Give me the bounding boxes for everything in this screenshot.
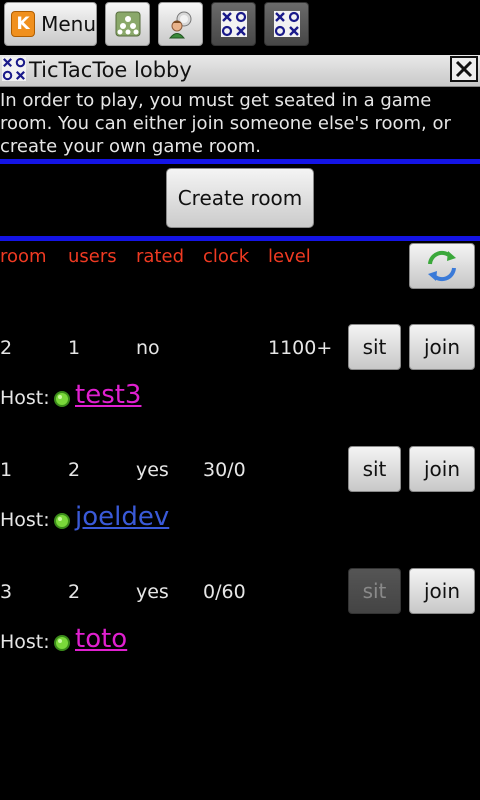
tictactoe-icon bbox=[220, 11, 247, 37]
room-clock: 0/60 bbox=[203, 581, 246, 603]
divider bbox=[0, 159, 480, 164]
room-users: 1 bbox=[68, 337, 81, 359]
rooms-button[interactable] bbox=[105, 2, 150, 46]
host-label: Host: bbox=[0, 509, 50, 531]
host-label: Host: bbox=[0, 631, 50, 653]
sit-button[interactable]: sit bbox=[348, 324, 401, 370]
join-button[interactable]: join bbox=[409, 324, 475, 370]
room-rated: yes bbox=[136, 581, 169, 603]
menu-label: Menu bbox=[41, 12, 96, 36]
tictactoe-icon bbox=[2, 57, 26, 81]
lobby-intro-text: In order to play, you must get seated in… bbox=[0, 90, 451, 157]
app-logo-icon: K bbox=[11, 11, 36, 37]
room-rated: yes bbox=[136, 459, 169, 481]
tictactoe-button[interactable] bbox=[211, 2, 256, 46]
room-level: 1100+ bbox=[268, 337, 333, 359]
create-room-button[interactable]: Create room bbox=[166, 168, 314, 228]
divider bbox=[0, 236, 480, 241]
close-icon bbox=[455, 60, 473, 78]
refresh-icon bbox=[428, 250, 456, 282]
room-clock: 30/0 bbox=[203, 459, 246, 481]
host-name-link[interactable]: test3 bbox=[75, 380, 141, 410]
user-status-icon bbox=[54, 391, 70, 407]
room-number: 3 bbox=[0, 581, 13, 603]
tictactoe-button-2[interactable] bbox=[264, 2, 309, 46]
host-name-link[interactable]: joeldev bbox=[75, 502, 169, 532]
room-number: 2 bbox=[0, 337, 13, 359]
join-button[interactable]: join bbox=[409, 446, 475, 492]
close-button[interactable] bbox=[450, 56, 478, 82]
column-header-level: level bbox=[268, 246, 311, 267]
column-header-clock: clock bbox=[203, 246, 250, 267]
menu-button[interactable]: K Menu bbox=[4, 2, 97, 46]
user-status-icon bbox=[54, 635, 70, 651]
sit-button[interactable]: sit bbox=[348, 568, 401, 614]
tictactoe-icon bbox=[273, 11, 300, 37]
join-button[interactable]: join bbox=[409, 568, 475, 614]
refresh-button[interactable] bbox=[409, 243, 475, 289]
room-number: 1 bbox=[0, 459, 13, 481]
lobby-titlebar: TicTacToe lobby bbox=[0, 55, 480, 87]
app-toolbar: K Menu bbox=[0, 0, 480, 52]
host-label: Host: bbox=[0, 387, 50, 409]
room-users: 2 bbox=[68, 581, 81, 603]
column-header-users: users bbox=[68, 246, 117, 267]
user-status-icon bbox=[54, 513, 70, 529]
rooms-icon bbox=[115, 11, 140, 37]
room-users: 2 bbox=[68, 459, 81, 481]
column-header-room: room bbox=[0, 246, 47, 267]
column-header-rated: rated bbox=[136, 246, 184, 267]
players-button[interactable] bbox=[158, 2, 203, 46]
room-rated: no bbox=[136, 337, 160, 359]
players-icon bbox=[168, 11, 191, 39]
page-title: TicTacToe lobby bbox=[29, 58, 192, 82]
host-name-link[interactable]: toto bbox=[75, 624, 127, 654]
sit-button[interactable]: sit bbox=[348, 446, 401, 492]
